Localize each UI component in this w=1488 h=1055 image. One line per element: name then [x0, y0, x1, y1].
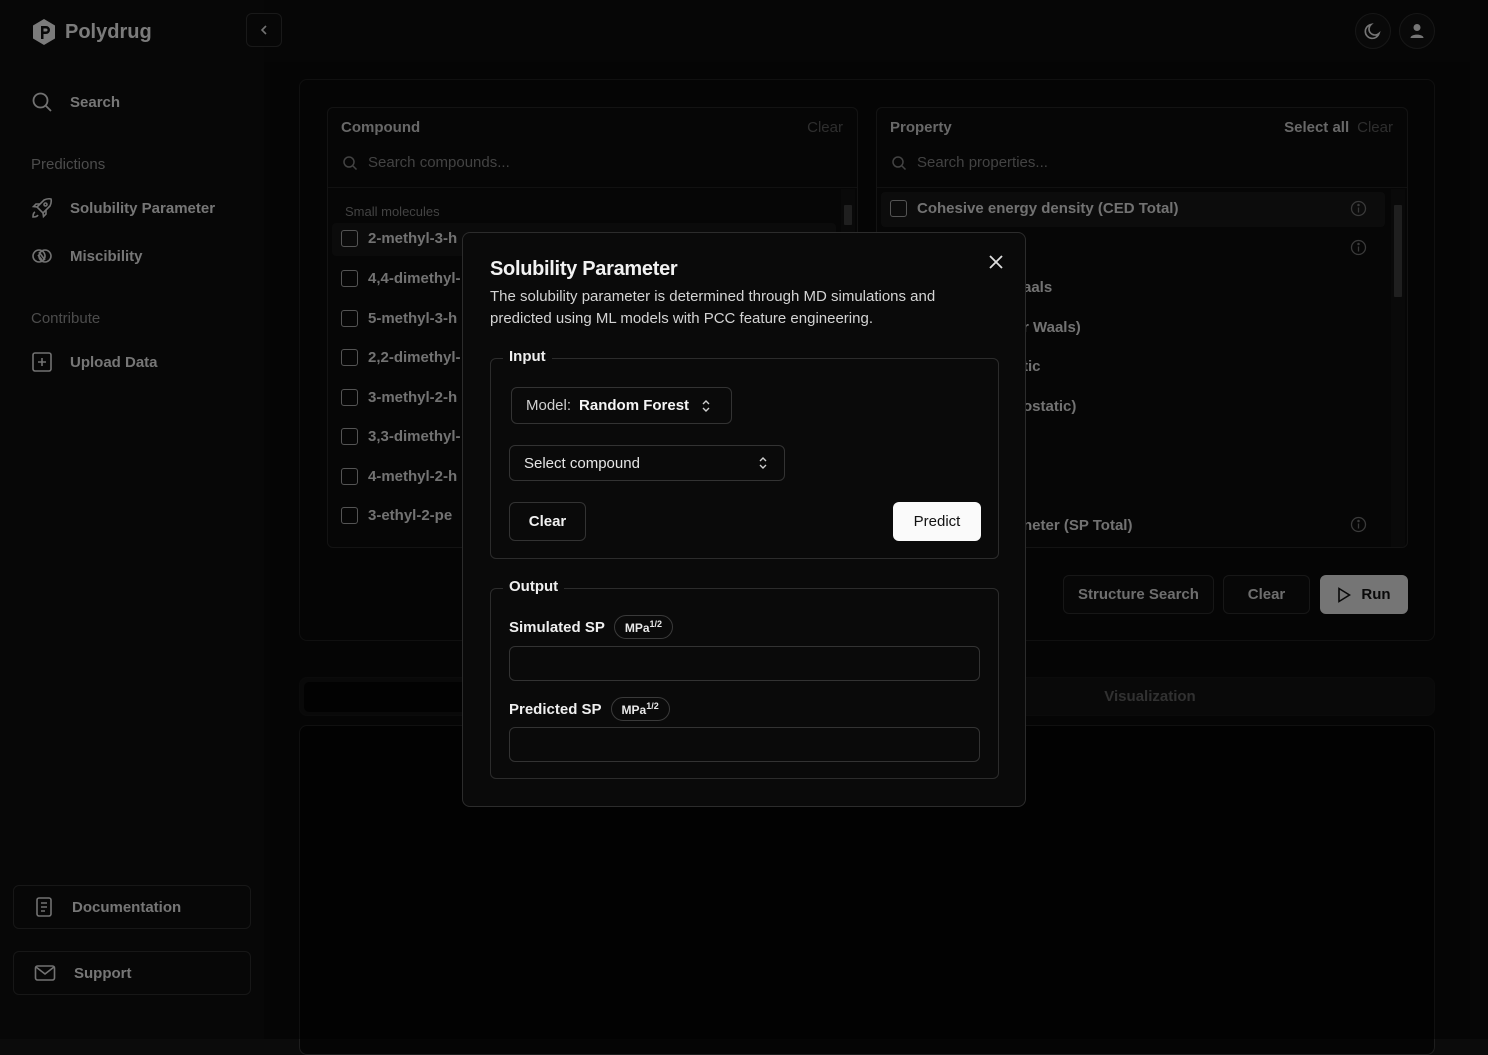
input-legend: Input	[503, 348, 552, 365]
unit-exponent: 1/2	[646, 701, 659, 711]
model-select-value: Random Forest	[579, 397, 690, 414]
compound-select-placeholder: Select compound	[524, 454, 640, 472]
predicted-sp-label: Predicted SP MPa1/2	[509, 697, 670, 721]
model-select-label: Model:	[526, 397, 572, 414]
output-legend: Output	[503, 578, 565, 595]
unit-base: MPa	[621, 703, 647, 717]
simulated-sp-text: Simulated SP	[509, 618, 605, 636]
simulated-sp-field[interactable]	[509, 646, 980, 681]
unit-base: MPa	[624, 621, 650, 635]
chevron-up-down-icon	[758, 456, 768, 470]
predicted-sp-text: Predicted SP	[509, 700, 602, 718]
simulated-sp-label: Simulated SP MPa1/2	[509, 615, 674, 639]
close-icon[interactable]	[988, 254, 1004, 270]
compound-select[interactable]: Select compound	[509, 445, 785, 481]
dialog-description: The solubility parameter is determined t…	[490, 288, 936, 327]
unit-badge: MPa1/2	[610, 697, 670, 721]
modal-clear-button[interactable]: Clear	[509, 502, 586, 541]
unit-badge: MPa1/2	[613, 615, 674, 639]
input-fieldset: Input Model: Random Forest Select compou…	[490, 348, 999, 559]
model-select[interactable]: Model: Random Forest	[511, 387, 732, 424]
predict-button[interactable]: Predict	[893, 502, 981, 541]
dialog-title: Solubility Parameter	[490, 258, 678, 280]
predicted-sp-field[interactable]	[509, 727, 980, 762]
chevron-up-down-icon	[701, 399, 711, 413]
solubility-parameter-dialog: Solubility Parameter The solubility para…	[462, 232, 1026, 807]
output-fieldset: Output Simulated SP MPa1/2 Predicted SP …	[490, 578, 999, 779]
unit-exponent: 1/2	[649, 619, 663, 629]
